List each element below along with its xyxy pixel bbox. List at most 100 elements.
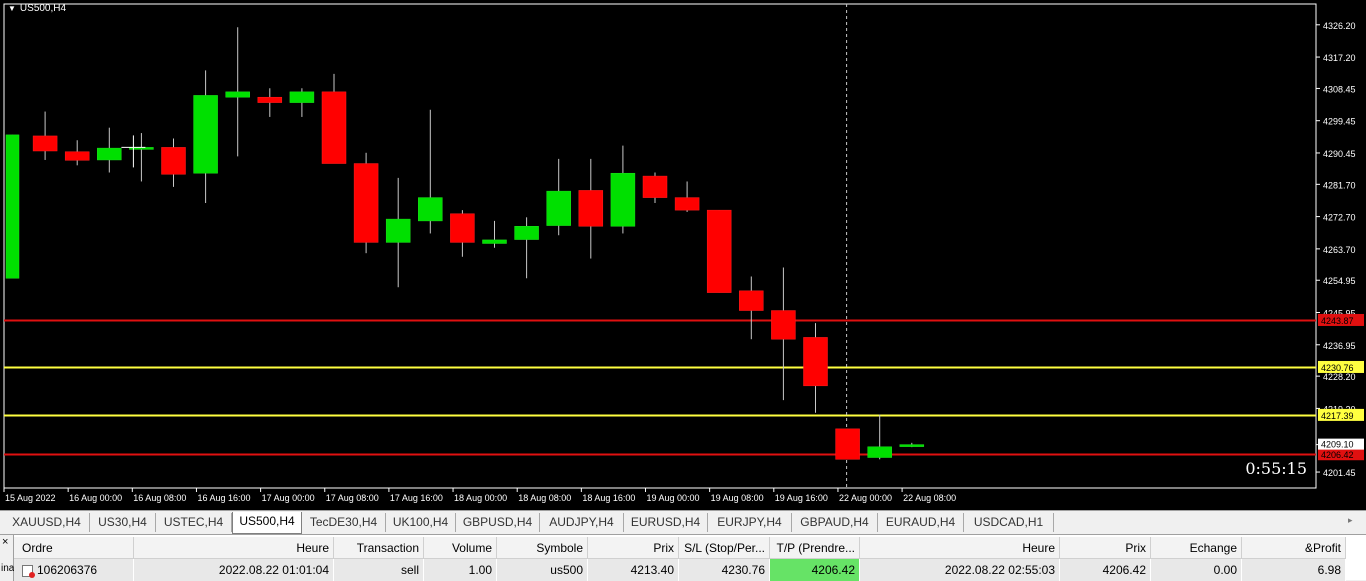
time-tick-label: 17 Aug 08:00 (326, 493, 379, 503)
candle-body[interactable] (803, 337, 828, 387)
chart-tab-audjpy-h4[interactable]: AUDJPY,H4 (540, 513, 624, 532)
cell-transaction[interactable]: sell (334, 559, 424, 581)
candle-body[interactable] (418, 197, 443, 222)
order-number: 106206376 (37, 563, 98, 577)
column-header-profit[interactable]: &Profit (1242, 537, 1346, 559)
time-tick-label: 18 Aug 16:00 (582, 493, 635, 503)
level-yellow-lower-badge-label: 4217.39 (1321, 411, 1354, 421)
bar-countdown-timer: 0:55:15 (1245, 459, 1307, 478)
cell-take-profit[interactable]: 4206.42 (770, 559, 860, 581)
price-chart[interactable]: 4326.20 4317.20 4308.45 4299.45 4290.45 4281.… (0, 0, 1366, 510)
level-red-upper-badge-label: 4243.87 (1321, 316, 1354, 326)
chart-tab-gbpusd-h4[interactable]: GBPUSD,H4 (456, 513, 540, 532)
close-icon[interactable]: × (2, 536, 8, 548)
chart-symbol-text: US500,H4 (19, 3, 67, 14)
chart-tab-tecde30-h4[interactable]: TecDE30,H4 (302, 513, 386, 532)
time-tick-label: 22 Aug 08:00 (903, 493, 956, 503)
candle-body[interactable] (225, 91, 250, 98)
column-header-time-open[interactable]: Heure (134, 537, 334, 559)
column-header-take-profit[interactable]: T/P (Prendre... (770, 537, 860, 559)
cell-swap[interactable]: 0.00 (1151, 559, 1242, 581)
column-header-volume[interactable]: Volume (424, 537, 497, 559)
cell-time-close[interactable]: 2022.08.22 02:55:03 (860, 559, 1060, 581)
candle-body[interactable] (97, 147, 122, 161)
price-tick-label: 4254.95 (1323, 276, 1356, 286)
chart-tab-ustec-h4[interactable]: USTEC,H4 (156, 513, 232, 532)
candle-body[interactable] (450, 213, 475, 243)
cell-volume[interactable]: 1.00 (424, 559, 497, 581)
column-header-stop-loss[interactable]: S/L (Stop/Per... (679, 537, 770, 559)
candle-body[interactable] (899, 444, 925, 447)
chart-tab-euraud-h4[interactable]: EURAUD,H4 (878, 513, 964, 532)
cell-stop-loss[interactable]: 4230.76 (679, 559, 770, 581)
cell-price-close[interactable]: 4206.42 (1060, 559, 1151, 581)
candle-body[interactable] (5, 134, 20, 279)
chart-tab-eurusd-h4[interactable]: EURUSD,H4 (624, 513, 708, 532)
column-header-price-open[interactable]: Prix (588, 537, 679, 559)
cell-order[interactable]: 106206376 (14, 559, 134, 581)
terminal-side-strip: × inal (0, 535, 17, 581)
column-header-symbol[interactable]: Symbole (497, 537, 588, 559)
candle-body[interactable] (546, 190, 571, 226)
candle-body[interactable] (289, 91, 315, 103)
column-header-transaction[interactable]: Transaction (334, 537, 424, 559)
price-tick-label: 4263.70 (1323, 245, 1356, 255)
cell-price-open[interactable]: 4213.40 (588, 559, 679, 581)
candle-body[interactable] (32, 135, 58, 152)
price-tick-label: 4201.45 (1323, 468, 1356, 478)
candle-body[interactable] (674, 197, 700, 211)
candle-body[interactable] (771, 310, 796, 340)
current-price-label: 4209.10 (1321, 440, 1354, 450)
column-header-time-close[interactable]: Heure (860, 537, 1060, 559)
chart-tab-uk100-h4[interactable]: UK100,H4 (386, 513, 456, 532)
chart-tab-us500-h4[interactable]: US500,H4 (232, 512, 302, 534)
time-tick-label: 17 Aug 16:00 (390, 493, 443, 503)
time-tick-label: 18 Aug 08:00 (518, 493, 571, 503)
cell-symbol[interactable]: us500 (497, 559, 588, 581)
chart-tab-xauusd-h4[interactable]: XAUUSD,H4 (4, 513, 90, 532)
candle-body[interactable] (835, 428, 860, 460)
chart-tab-usdcad-h1[interactable]: USDCAD,H1 (964, 513, 1054, 532)
terminal-panel: × inal Ordre Heure Transaction Volume Symbol… (0, 534, 1366, 581)
cell-time-open[interactable]: 2022.08.22 01:01:04 (134, 559, 334, 581)
price-tick-label: 4317.20 (1323, 53, 1356, 63)
candle-body[interactable] (353, 163, 379, 243)
column-header-swap[interactable]: Echange (1151, 537, 1242, 559)
level-tp-badge-label: 4206.42 (1321, 450, 1354, 460)
candle-body[interactable] (64, 151, 90, 161)
column-header-price-close[interactable]: Prix (1060, 537, 1151, 559)
candle-body[interactable] (578, 190, 604, 227)
cell-profit[interactable]: 6.98 (1242, 559, 1346, 581)
chart-tab-us30-h4[interactable]: US30,H4 (90, 513, 156, 532)
chart-tab-eurjpy-h4[interactable]: EURJPY,H4 (708, 513, 792, 532)
chart-symbol-label[interactable]: ▼ US500,H4 (8, 3, 66, 14)
candle-body[interactable] (321, 91, 347, 164)
level-sl-badge-label: 4230.76 (1321, 363, 1354, 373)
chart-tab-bar: XAUUSD,H4 US30,H4 USTEC,H4 US500,H4 TecDE30,… (0, 510, 1366, 534)
candle-body[interactable] (257, 96, 283, 103)
candle-body[interactable] (706, 209, 732, 293)
column-header-order[interactable]: Ordre (14, 537, 134, 559)
candle-body[interactable] (642, 175, 668, 198)
tab-scroll-right-icon[interactable]: ▸ (1348, 515, 1360, 529)
candle-body[interactable] (610, 172, 636, 227)
time-tick-label: 19 Aug 00:00 (647, 493, 700, 503)
candle-body[interactable] (739, 290, 764, 311)
candle-body[interactable] (193, 95, 218, 174)
price-tick-label: 4299.45 (1323, 117, 1356, 127)
candle-body[interactable] (482, 239, 507, 244)
chart-canvas[interactable]: 4326.20 4317.20 4308.45 4299.45 4290.45 4281.… (0, 0, 1366, 510)
dropdown-arrow-icon[interactable]: ▼ (8, 4, 16, 13)
price-tick-label: 4236.95 (1323, 341, 1356, 351)
candle-body[interactable] (514, 226, 539, 240)
time-tick-label: 19 Aug 08:00 (711, 493, 764, 503)
price-tick-label: 4272.70 (1323, 213, 1356, 223)
candle-body[interactable] (867, 446, 892, 458)
time-tick-label: 16 Aug 00:00 (69, 493, 122, 503)
time-tick-label: 18 Aug 00:00 (454, 493, 507, 503)
candle-body[interactable] (161, 147, 186, 175)
candle-body[interactable] (385, 218, 411, 243)
chart-tab-gbpaud-h4[interactable]: GBPAUD,H4 (792, 513, 878, 532)
time-tick-label: 16 Aug 16:00 (197, 493, 250, 503)
price-tick-label: 4228.20 (1323, 372, 1356, 382)
